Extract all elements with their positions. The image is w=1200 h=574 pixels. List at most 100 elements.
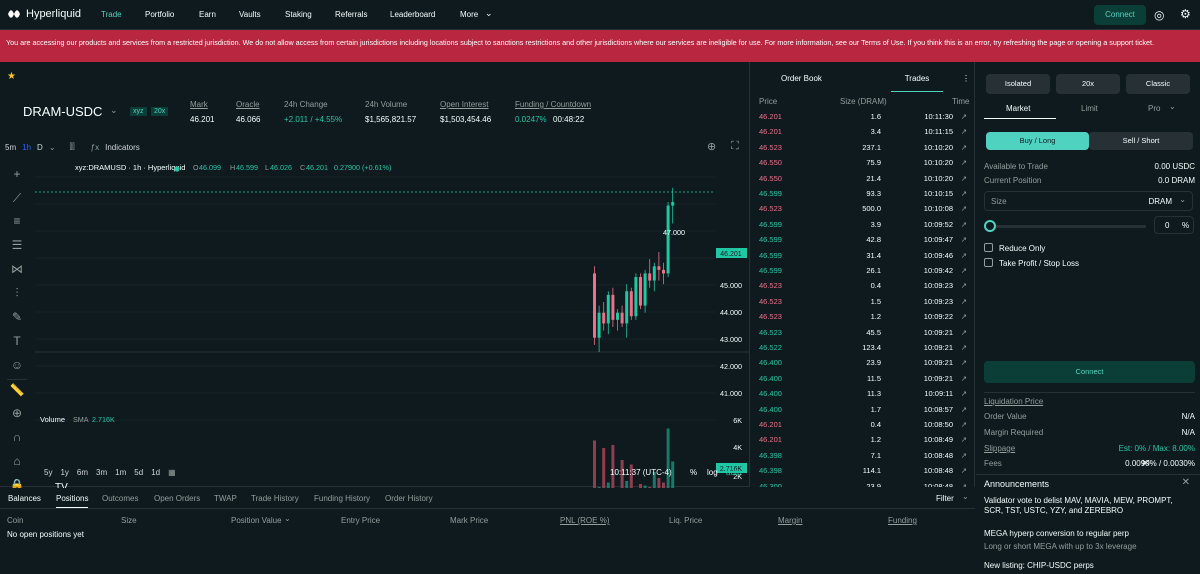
- trend-line-icon[interactable]: ⟋: [7, 188, 27, 208]
- nav-vaults[interactable]: Vaults: [239, 10, 261, 19]
- external-link-icon[interactable]: ↗: [961, 451, 967, 460]
- tab-twap[interactable]: TWAP: [214, 494, 237, 503]
- gear-icon[interactable]: ⚙: [1180, 7, 1191, 21]
- announcement-title[interactable]: Validator vote to delist MAV, MAVIA, MEW…: [984, 496, 1184, 516]
- external-link-icon[interactable]: ↗: [961, 112, 967, 121]
- candlestick-type-icon[interactable]: ⫿⫿: [70, 142, 75, 152]
- range-1y[interactable]: 1y: [60, 468, 68, 477]
- ruler-icon[interactable]: 📏: [7, 379, 27, 399]
- size-percent-input[interactable]: 0 %: [1154, 216, 1194, 234]
- pair-chevron-down-icon[interactable]: ⌄: [110, 105, 118, 116]
- external-link-icon[interactable]: ↗: [961, 374, 967, 383]
- external-link-icon[interactable]: ↗: [961, 204, 967, 213]
- pattern-icon[interactable]: ⋈: [7, 259, 27, 279]
- tab-funding-history[interactable]: Funding History: [314, 494, 370, 503]
- external-link-icon[interactable]: ↗: [961, 251, 967, 260]
- emoji-icon[interactable]: ☺: [7, 355, 27, 375]
- text-icon[interactable]: T: [7, 331, 27, 351]
- external-link-icon[interactable]: ↗: [961, 466, 967, 475]
- external-link-icon[interactable]: ↗: [961, 220, 967, 229]
- trade-connect-button[interactable]: Connect: [984, 361, 1195, 383]
- external-link-icon[interactable]: ↗: [961, 482, 967, 487]
- external-link-icon[interactable]: ↗: [961, 343, 967, 352]
- nav-portfolio[interactable]: Portfolio: [145, 10, 174, 19]
- nav-referrals[interactable]: Referrals: [335, 10, 367, 19]
- filter-chevron-down-icon[interactable]: ⌄: [962, 492, 969, 501]
- order-type-limit[interactable]: Limit: [1081, 104, 1098, 113]
- unit-chevron-down-icon[interactable]: ⌄: [1179, 195, 1186, 204]
- nav-staking[interactable]: Staking: [285, 10, 312, 19]
- close-icon[interactable]: ✕: [1182, 477, 1190, 488]
- order-type-market[interactable]: Market: [1006, 104, 1030, 113]
- lock-drawings-icon[interactable]: ⌂: [7, 451, 27, 471]
- external-link-icon[interactable]: ↗: [961, 389, 967, 398]
- log-scale-button[interactable]: log: [707, 468, 718, 477]
- range-1d[interactable]: 1d: [151, 468, 160, 477]
- buy-long-button[interactable]: Buy / Long: [986, 132, 1089, 150]
- tab-trade-history[interactable]: Trade History: [251, 494, 299, 503]
- sort-chevron-down-icon[interactable]: ⌄: [284, 514, 291, 523]
- fibonacci-icon[interactable]: ☰: [7, 235, 27, 255]
- range-3m[interactable]: 3m: [96, 468, 107, 477]
- interval-1h[interactable]: 1h: [22, 143, 31, 152]
- calendar-icon[interactable]: ▦: [168, 468, 176, 477]
- filter-button[interactable]: Filter: [936, 494, 954, 503]
- price-chart[interactable]: xyz:DRAMUSD · 1h · Hyperliquid O 46.099 …: [35, 152, 750, 542]
- range-1m[interactable]: 1m: [115, 468, 126, 477]
- market-pair[interactable]: DRAM-USDC: [23, 104, 102, 119]
- announcement-title[interactable]: MEGA hyperp conversion to regular perp: [984, 529, 1129, 538]
- external-link-icon[interactable]: ↗: [961, 266, 967, 275]
- external-link-icon[interactable]: ↗: [961, 143, 967, 152]
- external-link-icon[interactable]: ↗: [961, 420, 967, 429]
- brush-icon[interactable]: ✎: [7, 307, 27, 327]
- external-link-icon[interactable]: ↗: [961, 358, 967, 367]
- external-link-icon[interactable]: ↗: [961, 312, 967, 321]
- logo[interactable]: Hyperliquid: [7, 8, 81, 20]
- reduce-only-checkbox[interactable]: [984, 243, 993, 252]
- announcement-title[interactable]: New listing: CHIP-USDC perps: [984, 561, 1094, 570]
- size-slider-track[interactable]: [990, 225, 1146, 228]
- external-link-icon[interactable]: ↗: [961, 158, 967, 167]
- external-link-icon[interactable]: ↗: [961, 174, 967, 183]
- tab-order-book[interactable]: Order Book: [781, 74, 822, 83]
- nav-earn[interactable]: Earn: [199, 10, 216, 19]
- tab-order-history[interactable]: Order History: [385, 494, 433, 503]
- percent-scale-button[interactable]: %: [690, 468, 697, 477]
- margin-mode-button[interactable]: Isolated: [986, 74, 1050, 94]
- tpsl-checkbox[interactable]: [984, 258, 993, 267]
- leverage-button[interactable]: 20x: [1056, 74, 1120, 94]
- indicators-button[interactable]: Indicators: [105, 143, 140, 152]
- external-link-icon[interactable]: ↗: [961, 127, 967, 136]
- range-5d[interactable]: 5d: [134, 468, 143, 477]
- col-position-value[interactable]: Position Value: [231, 516, 282, 525]
- range-6m[interactable]: 6m: [77, 468, 88, 477]
- range-5y[interactable]: 5y: [44, 468, 52, 477]
- interval-chevron-down-icon[interactable]: ⌄: [49, 143, 56, 152]
- auto-scale-button[interactable]: auto: [726, 468, 742, 477]
- projection-icon[interactable]: ⫶: [7, 283, 27, 303]
- size-unit[interactable]: DRAM: [1148, 197, 1172, 206]
- horizontal-lines-icon[interactable]: ≡: [7, 211, 27, 231]
- pro-chevron-down-icon[interactable]: ⌄: [1169, 102, 1176, 111]
- external-link-icon[interactable]: ↗: [961, 189, 967, 198]
- external-link-icon[interactable]: ↗: [961, 405, 967, 414]
- external-link-icon[interactable]: ↗: [961, 328, 967, 337]
- tab-open-orders[interactable]: Open Orders: [154, 494, 200, 503]
- nav-more[interactable]: More: [460, 10, 478, 19]
- globe-icon[interactable]: ◎: [1154, 8, 1164, 22]
- external-link-icon[interactable]: ↗: [961, 235, 967, 244]
- sell-short-button[interactable]: Sell / Short: [1089, 132, 1193, 150]
- favorite-star-icon[interactable]: ★: [7, 71, 16, 82]
- external-link-icon[interactable]: ↗: [961, 297, 967, 306]
- interval-d[interactable]: D: [37, 143, 43, 152]
- crosshair-icon[interactable]: +: [7, 164, 27, 184]
- interval-5m[interactable]: 5m: [5, 143, 16, 152]
- zoom-in-icon[interactable]: ⊕: [7, 403, 27, 423]
- tab-trades[interactable]: Trades: [891, 74, 943, 92]
- connect-wallet-button[interactable]: Connect: [1094, 5, 1146, 25]
- nav-trade[interactable]: Trade: [101, 10, 122, 19]
- tab-positions[interactable]: Positions: [56, 494, 89, 508]
- function-icon[interactable]: ƒx: [91, 143, 99, 152]
- magnet-icon[interactable]: ∩: [7, 427, 27, 447]
- account-mode-button[interactable]: Classic: [1126, 74, 1190, 94]
